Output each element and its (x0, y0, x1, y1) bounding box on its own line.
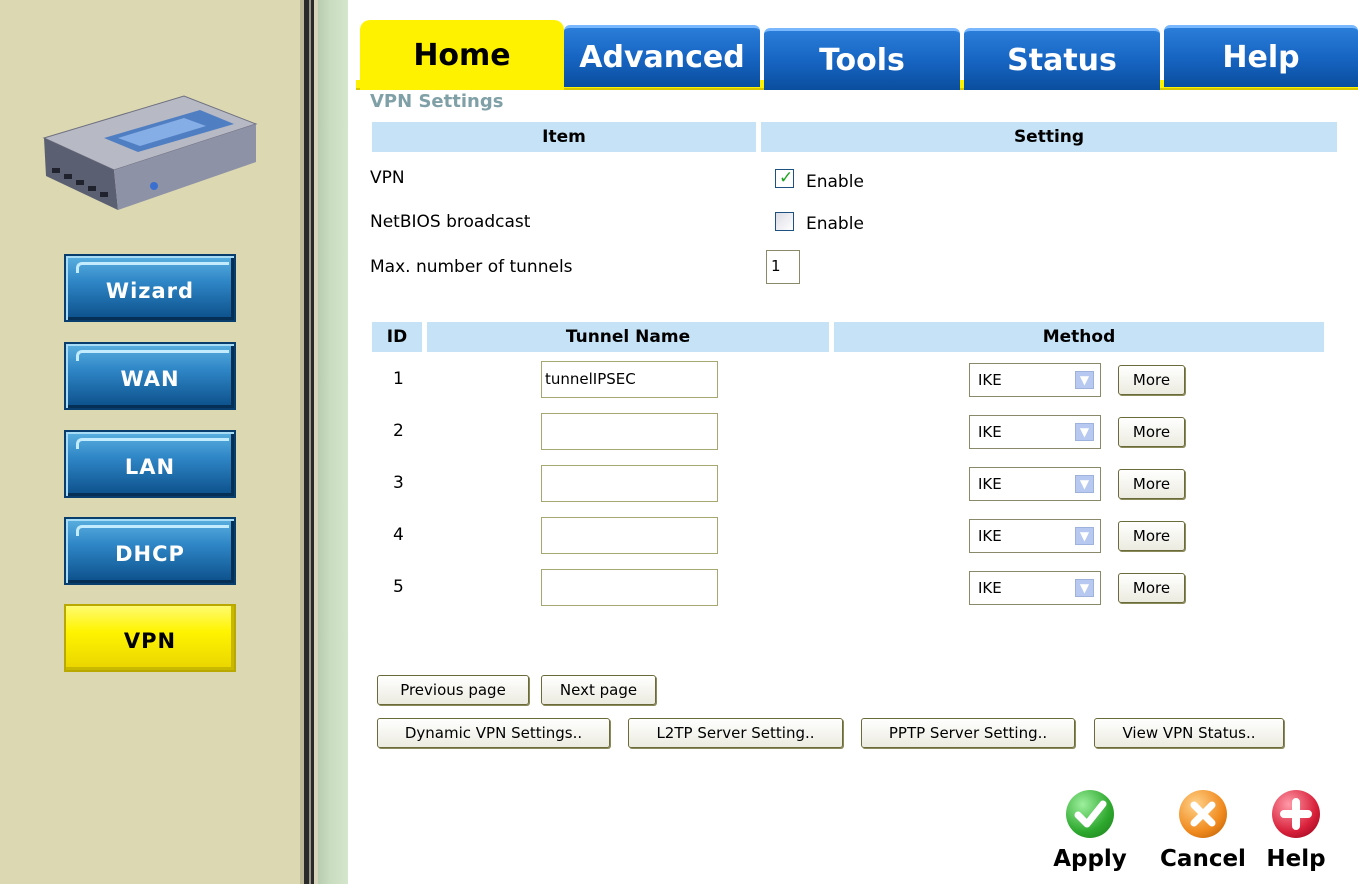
checkmark-icon (1066, 790, 1114, 838)
tunnel-name-input[interactable]: tunnelIPSEC (541, 361, 718, 398)
help-label: Help (1266, 846, 1326, 872)
tunnel-name-column-header: Tunnel Name (427, 322, 829, 352)
more-button[interactable]: More (1118, 573, 1185, 603)
sidebar-item-lan[interactable]: LAN (64, 430, 236, 498)
netbios-label: NetBIOS broadcast (370, 212, 531, 232)
tab-label: Status (1007, 43, 1117, 78)
sidebar-item-wan[interactable]: WAN (64, 342, 236, 410)
tab-status[interactable]: Status (964, 28, 1160, 90)
tunnel-name-input[interactable] (541, 569, 718, 606)
item-column-header: Item (372, 122, 756, 152)
tunnel-name-input[interactable] (541, 413, 718, 450)
apply-label: Apply (1053, 846, 1127, 872)
more-button[interactable]: More (1118, 469, 1185, 499)
l2tp-server-setting-button[interactable]: L2TP Server Setting.. (628, 718, 843, 748)
cancel-label: Cancel (1160, 846, 1246, 872)
tab-advanced[interactable]: Advanced (564, 25, 760, 87)
sidebar-item-wizard[interactable]: Wizard (64, 254, 236, 322)
method-select-value: IKE (978, 527, 1002, 545)
sidebar-item-label: VPN (123, 629, 177, 653)
tab-label: Home (413, 37, 511, 73)
content-left-border (318, 0, 348, 884)
next-page-button[interactable]: Next page (541, 675, 656, 705)
netbios-enable-label: Enable (806, 214, 864, 234)
tunnel-id: 1 (393, 369, 404, 389)
chevron-down-icon: ▼ (1075, 527, 1094, 545)
chevron-down-icon: ▼ (1075, 579, 1094, 597)
method-select[interactable]: IKE ▼ (969, 467, 1101, 501)
method-select[interactable]: IKE ▼ (969, 363, 1101, 397)
id-column-header: ID (372, 322, 422, 352)
more-button[interactable]: More (1118, 365, 1185, 395)
help-button[interactable]: Help (1256, 790, 1336, 872)
vpn-enable-label: Enable (806, 172, 864, 192)
cancel-button[interactable]: Cancel (1153, 790, 1253, 872)
max-tunnels-input[interactable]: 1 (766, 250, 800, 284)
method-select[interactable]: IKE ▼ (969, 571, 1101, 605)
chevron-down-icon: ▼ (1075, 475, 1094, 493)
view-vpn-status-button[interactable]: View VPN Status.. (1094, 718, 1284, 748)
router-device-image (42, 95, 258, 210)
sidebar-item-vpn[interactable]: VPN (64, 604, 236, 672)
method-select[interactable]: IKE ▼ (969, 415, 1101, 449)
chevron-down-icon: ▼ (1075, 423, 1094, 441)
tunnel-id: 3 (393, 473, 404, 493)
chevron-down-icon: ▼ (1075, 371, 1094, 389)
plus-icon (1272, 790, 1320, 838)
tunnel-id: 2 (393, 421, 404, 441)
vpn-enable-checkbox[interactable]: ✓ (775, 168, 794, 188)
tunnel-id: 4 (393, 525, 404, 545)
more-button[interactable]: More (1118, 521, 1185, 551)
max-tunnels-label: Max. number of tunnels (370, 257, 573, 277)
tab-label: Tools (819, 43, 905, 78)
close-icon (1179, 790, 1227, 838)
tab-label: Help (1222, 40, 1300, 75)
checkmark-icon: ✓ (779, 168, 794, 188)
top-tabs: Home Advanced Tools Status Help (356, 20, 1358, 90)
page-title: VPN Settings (370, 91, 504, 112)
sidebar-item-label: LAN (124, 455, 176, 479)
method-select-value: IKE (978, 423, 1002, 441)
sidebar-item-dhcp[interactable]: DHCP (64, 517, 236, 585)
tunnel-id: 5 (393, 577, 404, 597)
tab-home[interactable]: Home (360, 20, 564, 90)
method-column-header: Method (834, 322, 1324, 352)
sidebar-item-label: DHCP (115, 542, 185, 566)
sidebar-divider (300, 0, 318, 884)
dynamic-vpn-settings-button[interactable]: Dynamic VPN Settings.. (377, 718, 610, 748)
method-select-value: IKE (978, 371, 1002, 389)
tab-label: Advanced (579, 40, 745, 75)
setting-column-header: Setting (761, 122, 1337, 152)
previous-page-button[interactable]: Previous page (377, 675, 529, 705)
tunnel-name-input[interactable] (541, 517, 718, 554)
vpn-label: VPN (370, 168, 405, 188)
more-button[interactable]: More (1118, 417, 1185, 447)
method-select-value: IKE (978, 475, 1002, 493)
tunnel-name-input[interactable] (541, 465, 718, 502)
netbios-enable-checkbox[interactable] (775, 212, 794, 231)
sidebar-item-label: WAN (120, 367, 180, 391)
sidebar-item-label: Wizard (105, 279, 195, 303)
pptp-server-setting-button[interactable]: PPTP Server Setting.. (861, 718, 1075, 748)
tab-help[interactable]: Help (1164, 25, 1358, 87)
tab-tools[interactable]: Tools (764, 28, 960, 90)
method-select-value: IKE (978, 579, 1002, 597)
apply-button[interactable]: Apply (1050, 790, 1130, 872)
method-select[interactable]: IKE ▼ (969, 519, 1101, 553)
